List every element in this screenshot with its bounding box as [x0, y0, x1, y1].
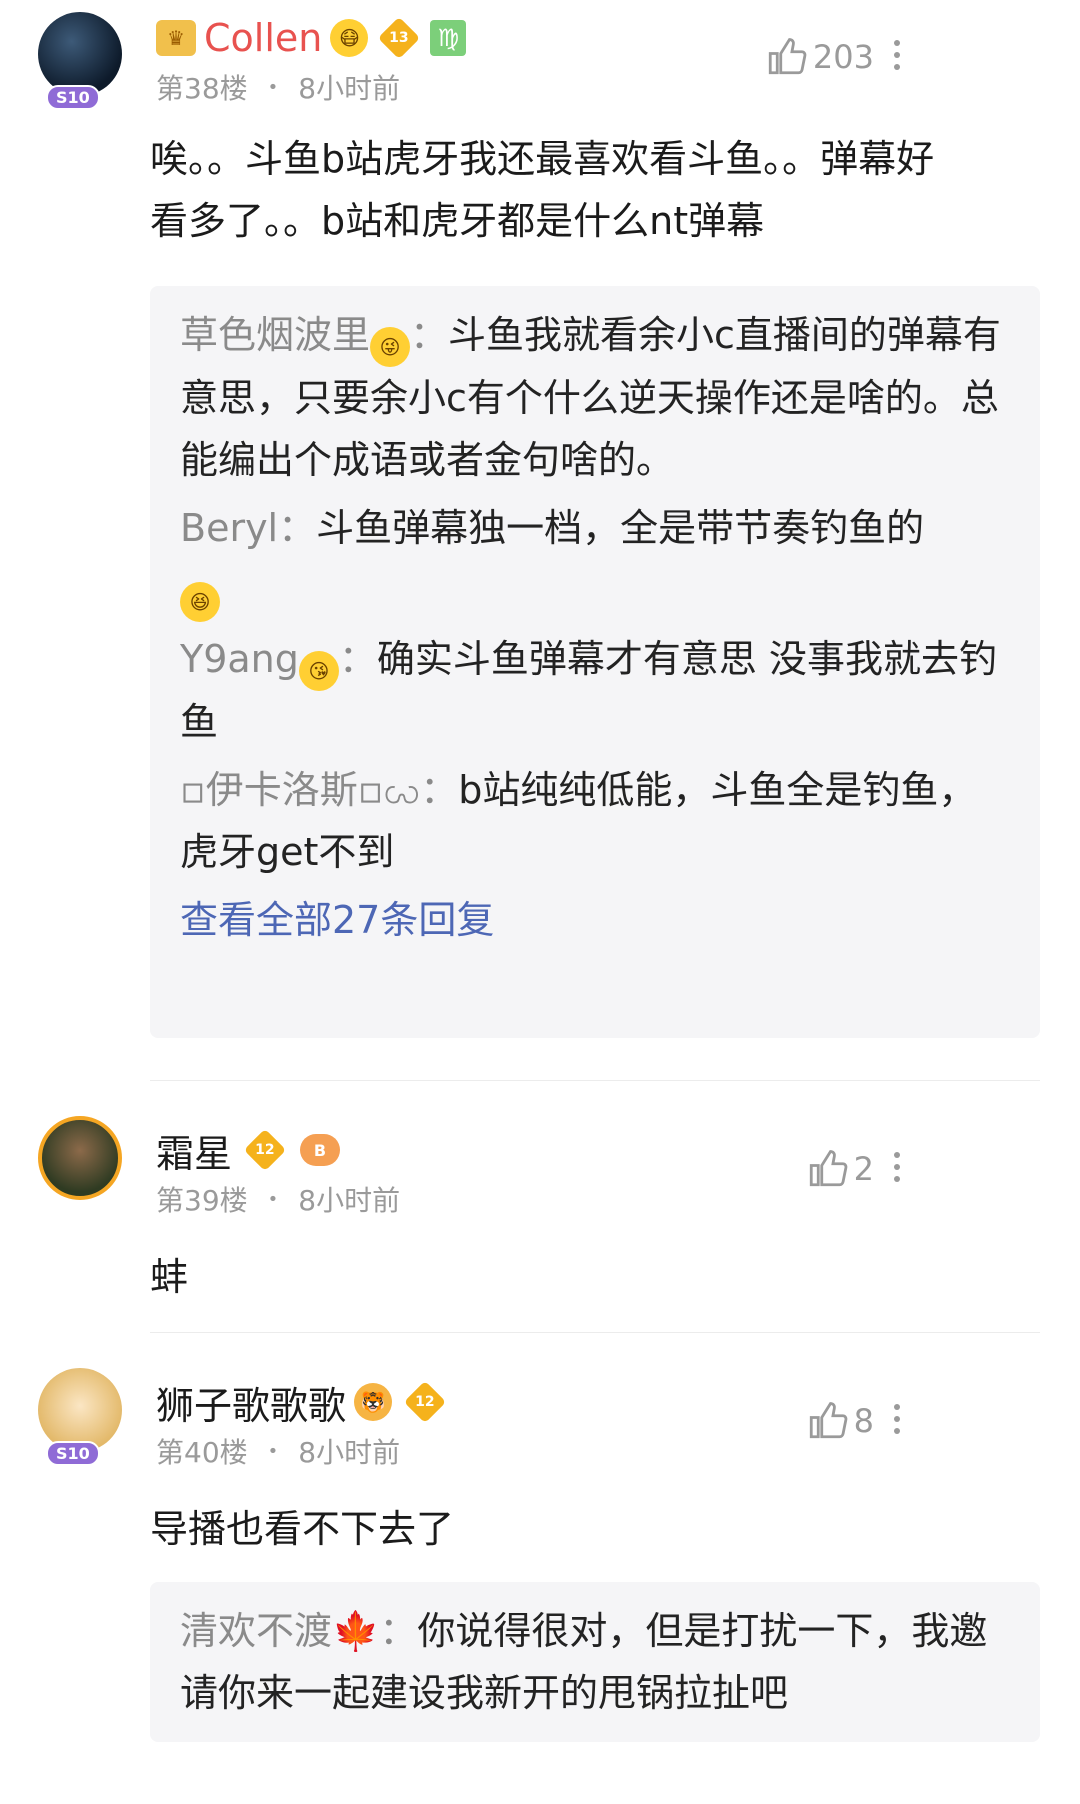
- thumbs-up-icon: [809, 1402, 847, 1439]
- laugh-emoji-icon: 😆: [180, 582, 220, 622]
- reply-preview-box[interactable]: 草色烟波里 😜 ：斗鱼我就看余小c直播间的弹幕有意思，只要余小c有个什么逆天操作还是…: [150, 286, 1040, 1038]
- level-badge: 13: [378, 16, 421, 60]
- timestamp: 8小时前: [298, 1436, 401, 1469]
- more-icon[interactable]: [894, 34, 902, 76]
- gamepad-icon: B: [300, 1134, 341, 1166]
- timestamp: 8小时前: [298, 1184, 401, 1217]
- like-button[interactable]: 203: [765, 36, 874, 78]
- like-button[interactable]: 2: [806, 1148, 874, 1190]
- comment-item: S10 ♛ Collen 😷 13 ♍ 第38楼 • 8小时前 203 唉。。斗…: [0, 0, 1080, 1080]
- reply-item[interactable]: ▫伊卡洛斯▫ꩬ：b站纯纯低能，斗鱼全是钓鱼，虎牙get不到: [180, 759, 1010, 883]
- like-count: 8: [853, 1402, 874, 1440]
- reply-text: 确实斗鱼弹幕才有意思 没事我就去钓鱼: [180, 637, 997, 744]
- reply-username[interactable]: Beryl: [180, 506, 278, 550]
- view-all-replies-link[interactable]: 查看全部27条回复: [180, 889, 1010, 951]
- reply-username[interactable]: Y9ang: [180, 637, 299, 681]
- more-icon[interactable]: [894, 1398, 902, 1440]
- separator-dot: •: [267, 1440, 279, 1462]
- reply-text: 斗鱼弹幕独一档，全是带节奏钓鱼的: [316, 506, 925, 550]
- divider: [150, 1332, 1040, 1333]
- comment-text: 导播也看不下去了: [150, 1507, 455, 1551]
- separator-dot: •: [267, 1188, 279, 1210]
- reply-item[interactable]: 草色烟波里 😜 ：斗鱼我就看余小c直播间的弹幕有意思，只要余小c有个什么逆天操作还是…: [180, 304, 1010, 491]
- divider: [150, 1080, 1040, 1081]
- crown-icon: ♛: [156, 20, 196, 56]
- like-count: 203: [812, 38, 874, 76]
- tongue-emoji-icon: 😜: [370, 327, 411, 367]
- like-count: 2: [853, 1150, 874, 1188]
- level-badge: 12: [403, 1380, 447, 1424]
- username[interactable]: 狮子歌歌歌: [156, 1375, 346, 1430]
- floor-number: 第38楼: [156, 72, 248, 105]
- comment-item: S10 狮子歌歌歌 🐯 12 第40楼 • 8小时前 8 导播也看不下去了 清欢…: [0, 1352, 1080, 1804]
- floor-number: 第40楼: [156, 1436, 248, 1469]
- comment-text: 唉。。斗鱼b站虎牙我还最喜欢看斗鱼。。弹幕好看多了。。b站和虎牙都是什么nt弹幕: [150, 137, 935, 243]
- separator-dot: •: [267, 76, 279, 98]
- like-button[interactable]: 8: [806, 1400, 874, 1442]
- reply-username[interactable]: 草色烟波里: [180, 313, 370, 357]
- thumbs-up-icon: [768, 38, 807, 75]
- avatar[interactable]: S10: [34, 1368, 124, 1466]
- kiss-emoji-icon: 😘: [298, 651, 339, 691]
- maple-leaf-icon: 🍁: [332, 1609, 380, 1653]
- more-icon[interactable]: [894, 1146, 902, 1188]
- reply-item[interactable]: Y9ang 😘 ：确实斗鱼弹幕才有意思 没事我就去钓鱼: [180, 628, 1010, 753]
- thumbs-up-icon: [809, 1150, 847, 1187]
- reply-preview-box[interactable]: 清欢不渡🍁：你说得很对，但是打扰一下，我邀请你来一起建设我新开的甩锅拉扯吧: [150, 1582, 1040, 1742]
- avatar[interactable]: [34, 1116, 124, 1206]
- timestamp: 8小时前: [298, 72, 401, 105]
- comment-text: 蚌: [150, 1255, 189, 1299]
- comment-item: 霜星 12 B 第39楼 • 8小时前 2 蚌: [0, 1100, 1080, 1332]
- avatar[interactable]: S10: [34, 12, 124, 110]
- reply-username[interactable]: 清欢不渡: [180, 1609, 332, 1653]
- floor-number: 第39楼: [156, 1184, 248, 1217]
- tiger-emoji-icon: 🐯: [354, 1383, 393, 1421]
- reply-item[interactable]: 清欢不渡🍁：你说得很对，但是打扰一下，我邀请你来一起建设我新开的甩锅拉扯吧: [180, 1600, 1010, 1724]
- mask-emoji-icon: 😷: [330, 19, 369, 57]
- level-badge: 12: [243, 1128, 287, 1172]
- username[interactable]: 霜星: [156, 1123, 232, 1178]
- avatar-level-badge: S10: [46, 85, 100, 110]
- avatar-level-badge: S10: [46, 1441, 100, 1466]
- reply-username[interactable]: ▫伊卡洛斯▫ꩬ: [180, 768, 420, 812]
- reply-item[interactable]: Beryl：斗鱼弹幕独一档，全是带节奏钓鱼的 😆: [180, 497, 1010, 622]
- username[interactable]: Collen: [204, 16, 322, 60]
- virgo-icon: ♍: [430, 20, 467, 56]
